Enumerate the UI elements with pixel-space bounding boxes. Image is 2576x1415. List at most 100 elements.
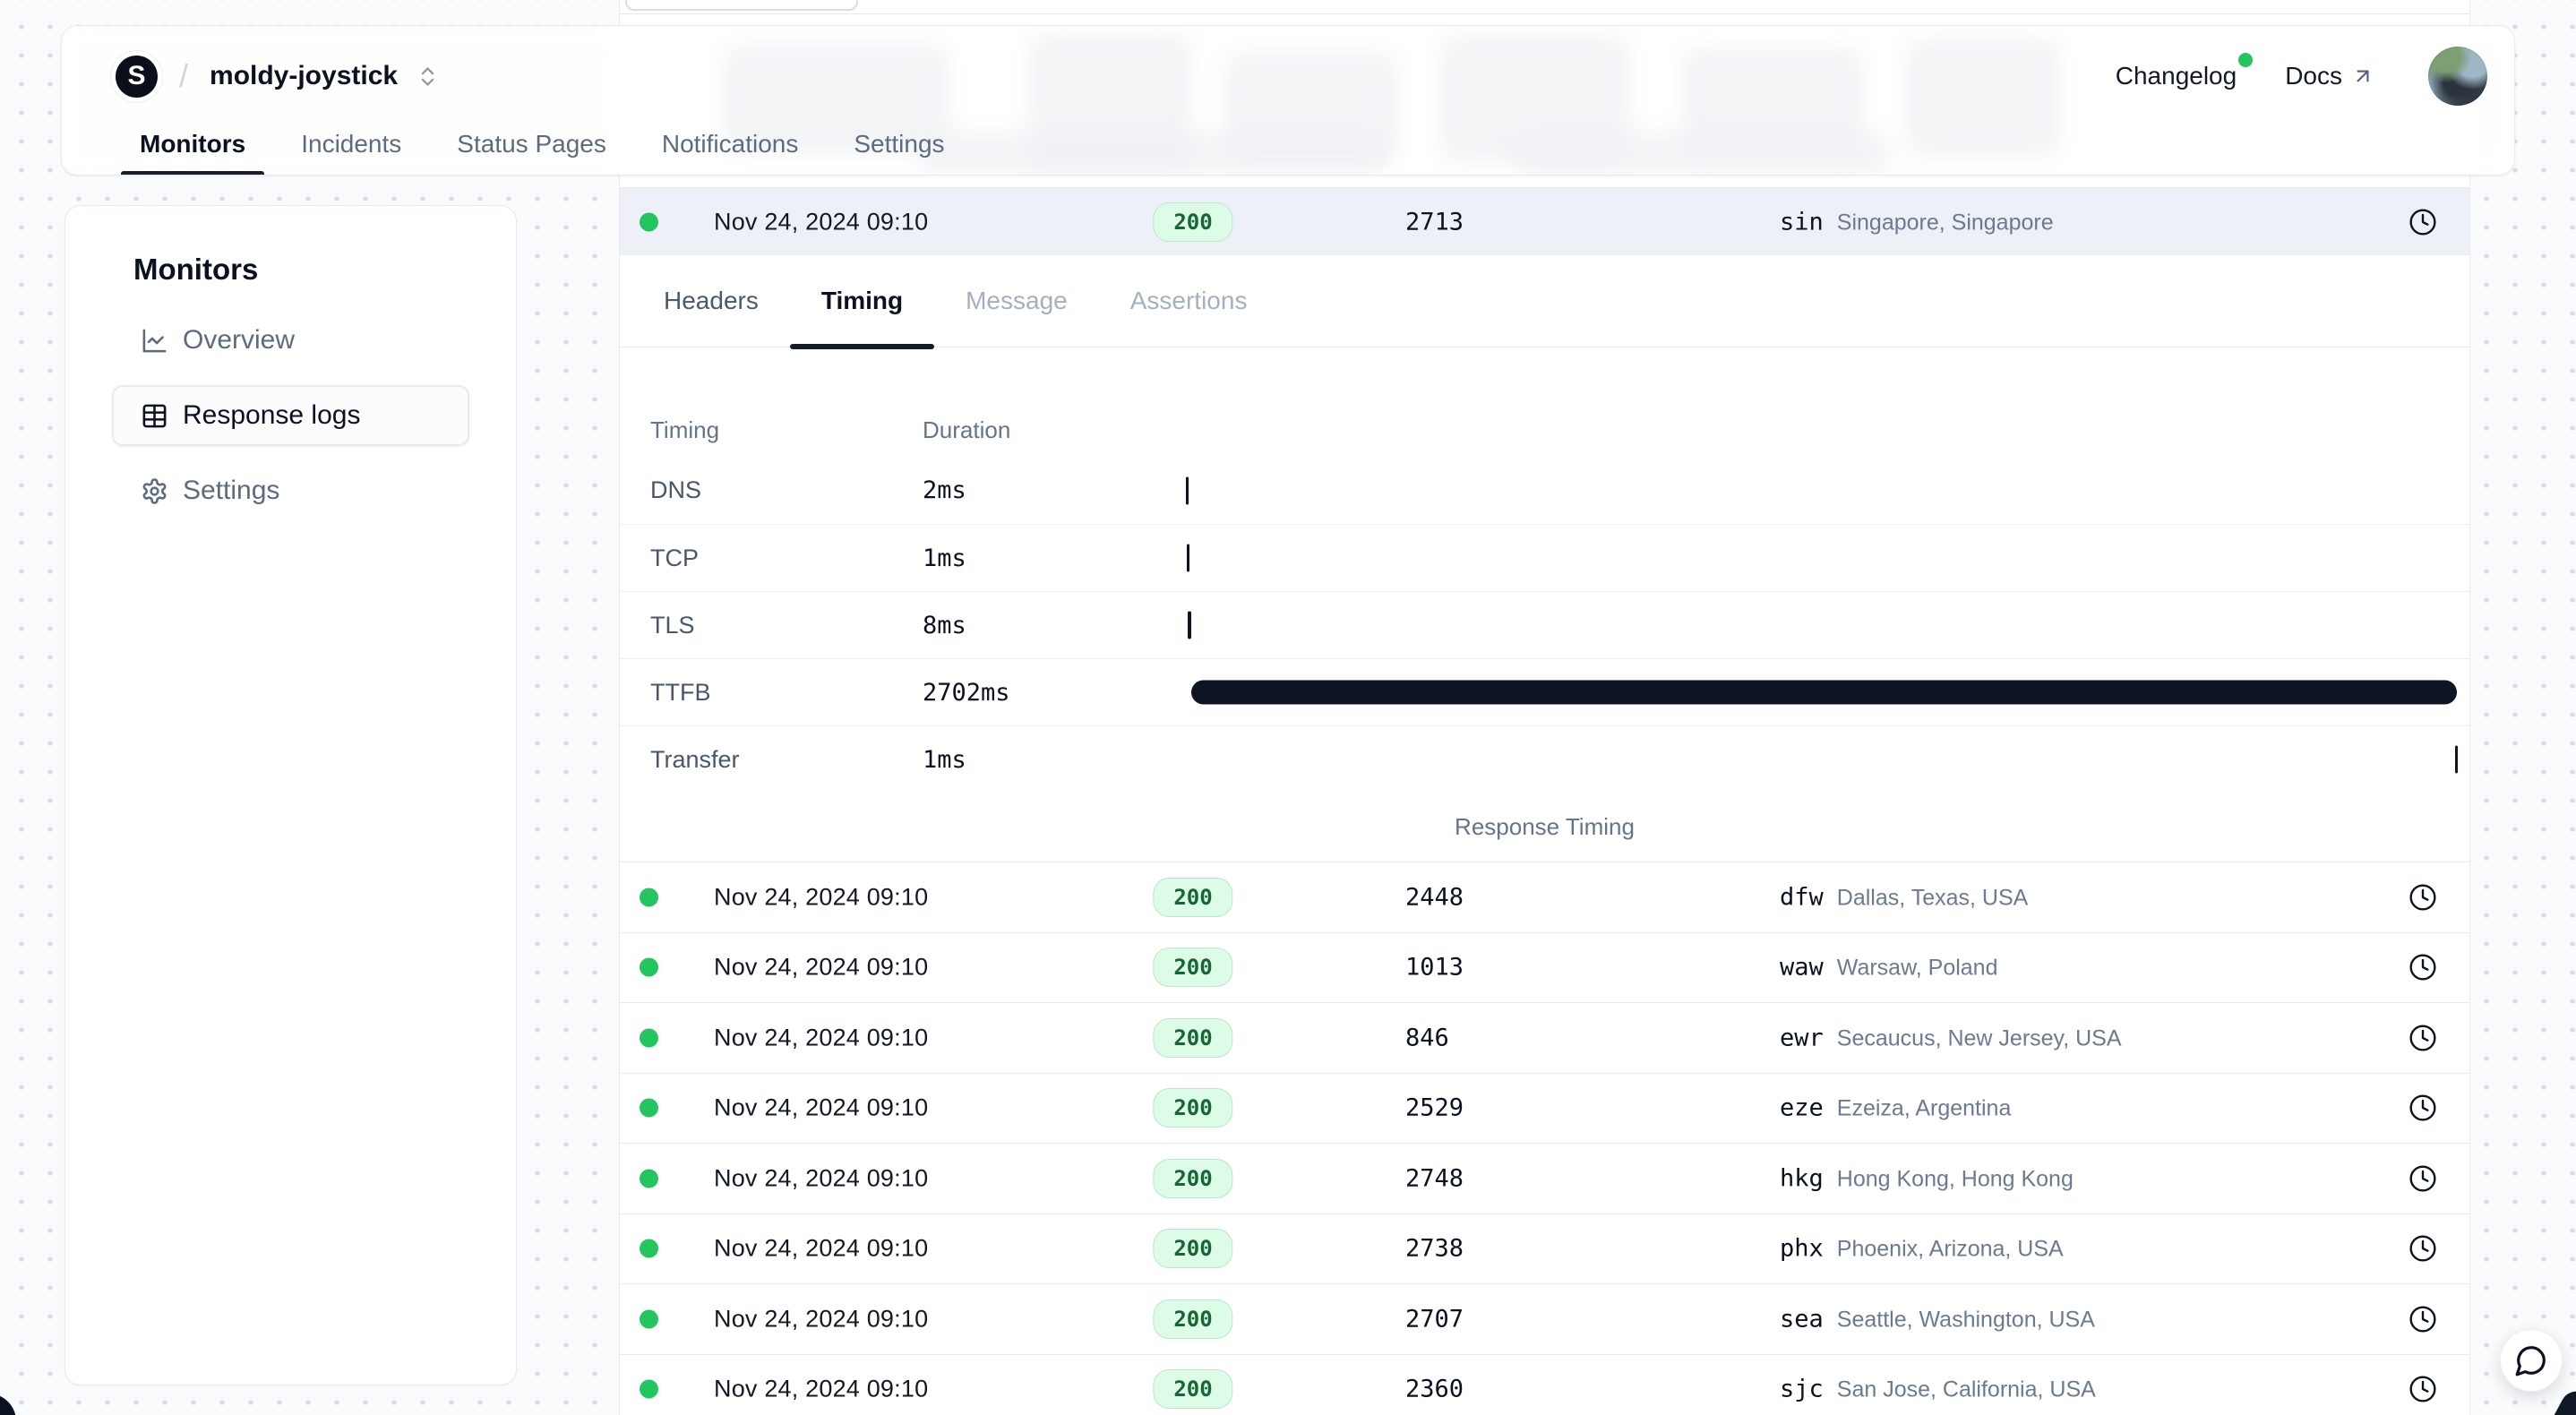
timing-waterfall-track [1186, 659, 2458, 725]
log-latency: 2707 [1405, 1305, 1464, 1333]
log-row[interactable]: Nov 24, 2024 09:10 200 2448 dfw Dallas, … [620, 862, 2469, 932]
timing-row: Transfer 1ms [620, 725, 2469, 793]
region-code: waw [1780, 954, 1824, 982]
region-location: Ezeiza, Argentina [1837, 1096, 2012, 1122]
log-row[interactable]: Nov 24, 2024 09:10 200 2360 sjc San Jose… [620, 1354, 2469, 1415]
breadcrumb-separator: / [179, 57, 188, 95]
workspace-name[interactable]: moldy-joystick [210, 61, 398, 91]
status-code-badge: 200 [1153, 1229, 1232, 1268]
status-ok-dot [640, 1169, 658, 1188]
tab-message: Message [934, 255, 1099, 347]
timing-waterfall-bar [2455, 746, 2458, 774]
timing-phase-label: Transfer [650, 746, 923, 774]
timing-col-header: Timing [650, 416, 923, 444]
status-code-badge: 200 [1153, 202, 1232, 242]
timing-phase-duration: 2ms [923, 476, 1186, 504]
log-region: waw Warsaw, Poland [1780, 954, 1998, 982]
tab-timing[interactable]: Timing [790, 255, 934, 347]
status-ok-dot [640, 1028, 658, 1047]
status-code-badge: 200 [1153, 1018, 1232, 1058]
sidebar-item-overview[interactable]: Overview [112, 310, 469, 371]
sidebar-title: Monitors [133, 253, 516, 287]
log-row-selected[interactable]: Nov 24, 2024 09:10 200 2713 sin Singapor… [620, 187, 2469, 255]
log-region: sjc San Jose, California, USA [1780, 1376, 2096, 1403]
log-timestamp: Nov 24, 2024 09:10 [714, 1164, 928, 1192]
log-latency: 2529 [1405, 1094, 1464, 1122]
clock-icon [2409, 883, 2437, 912]
timing-phase-duration: 1ms [923, 746, 1186, 774]
status-code-badge: 200 [1153, 948, 1232, 987]
sidebar-item-response-logs[interactable]: Response logs [112, 385, 469, 446]
sidebar-item-settings[interactable]: Settings [112, 460, 469, 521]
external-link-icon [2351, 64, 2374, 88]
monitor-sidebar: Monitors Overview Response logs Settings [64, 205, 517, 1385]
timing-waterfall-bar [1191, 681, 2458, 705]
timing-row: TLS 8ms [620, 591, 2469, 658]
log-latency: 2360 [1405, 1376, 1464, 1403]
log-timestamp: Nov 24, 2024 09:10 [714, 1024, 928, 1051]
log-latency: 846 [1405, 1024, 1449, 1051]
header-actions: Changelog Docs [2116, 47, 2487, 106]
app-header: S / moldy-joystick Changelog Docs Monito… [61, 25, 2515, 176]
tab-headers[interactable]: Headers [632, 255, 790, 347]
timing-phase-label: DNS [650, 476, 923, 504]
clock-icon [2409, 1093, 2437, 1122]
nav-tab-incidents[interactable]: Incidents [301, 112, 401, 176]
log-row[interactable]: Nov 24, 2024 09:10 200 846 ewr Secaucus,… [620, 1002, 2469, 1073]
log-timestamp: Nov 24, 2024 09:10 [714, 883, 928, 911]
user-avatar[interactable] [2428, 47, 2487, 106]
status-ok-dot [640, 1309, 658, 1328]
nav-tab-notifications[interactable]: Notifications [662, 112, 799, 176]
log-region: eze Ezeiza, Argentina [1780, 1094, 2011, 1122]
region-location: Phoenix, Arizona, USA [1837, 1237, 2064, 1263]
chat-support-button[interactable] [2500, 1329, 2563, 1392]
duration-col-header: Duration [923, 416, 1010, 444]
tab-assertions: Assertions [1099, 255, 1279, 347]
timing-waterfall-track [1186, 525, 2458, 591]
app-page: Nov 24, 2024 09:10 200 2713 sin Singapor… [0, 0, 2576, 1415]
status-ok-dot [640, 1239, 658, 1258]
log-region: phx Phoenix, Arizona, USA [1780, 1235, 2064, 1263]
cutoff-widget-bottom-left [0, 1394, 16, 1415]
clock-icon [2409, 1305, 2437, 1334]
log-timestamp: Nov 24, 2024 09:10 [714, 954, 928, 982]
log-row[interactable]: Nov 24, 2024 09:10 200 2707 sea Seattle,… [620, 1283, 2469, 1354]
workspace-switcher-icon[interactable] [416, 64, 440, 89]
nav-tab-settings[interactable]: Settings [854, 112, 944, 176]
timing-table: DNS 2ms TCP 1ms [620, 457, 2469, 793]
changelog-link[interactable]: Changelog [2116, 62, 2237, 90]
detail-tabbar: Headers Timing Message Assertions [620, 255, 2469, 347]
status-code-badge: 200 [1153, 1088, 1232, 1128]
region-location: San Jose, California, USA [1837, 1377, 2096, 1403]
log-region: sin Singapore, Singapore [1780, 208, 2054, 236]
nav-tab-monitors[interactable]: Monitors [140, 112, 245, 176]
timing-phase-label: TCP [650, 545, 923, 572]
region-code: eze [1780, 1094, 1824, 1122]
log-row[interactable]: Nov 24, 2024 09:10 200 2529 eze Ezeiza, … [620, 1073, 2469, 1144]
log-row[interactable]: Nov 24, 2024 09:10 200 2738 phx Phoenix,… [620, 1213, 2469, 1284]
log-row[interactable]: Nov 24, 2024 09:10 200 1013 waw Warsaw, … [620, 932, 2469, 1003]
timing-phase-duration: 2702ms [923, 679, 1186, 707]
changelog-new-dot [2238, 53, 2253, 67]
region-location: Dallas, Texas, USA [1837, 885, 2029, 911]
sidebar-nav: Overview Response logs Settings [65, 310, 516, 521]
timing-waterfall-bar [1188, 612, 1191, 639]
clock-icon [2409, 208, 2437, 236]
log-row[interactable]: Nov 24, 2024 09:10 200 2748 hkg Hong Kon… [620, 1143, 2469, 1213]
log-region: hkg Hong Kong, Hong Kong [1780, 1164, 2074, 1192]
log-timestamp: Nov 24, 2024 09:10 [714, 208, 928, 236]
docs-link[interactable]: Docs [2285, 62, 2374, 90]
cutoff-widget-bottom-right [2540, 1385, 2576, 1415]
status-ok-dot [640, 888, 658, 906]
clock-icon [2409, 1375, 2437, 1403]
chat-bubble-icon [2514, 1343, 2548, 1377]
nav-tab-status-pages[interactable]: Status Pages [457, 112, 606, 176]
workspace-logo-icon[interactable]: S [116, 56, 158, 98]
header-nav-tabs: Monitors Incidents Status Pages Notifica… [62, 112, 2514, 176]
log-latency: 2748 [1405, 1164, 1464, 1192]
region-location: Singapore, Singapore [1837, 210, 2054, 236]
timing-waterfall-track [1186, 592, 2458, 658]
region-code: phx [1780, 1235, 1824, 1263]
status-code-badge: 200 [1153, 1299, 1232, 1339]
timing-waterfall-track [1186, 457, 2458, 524]
